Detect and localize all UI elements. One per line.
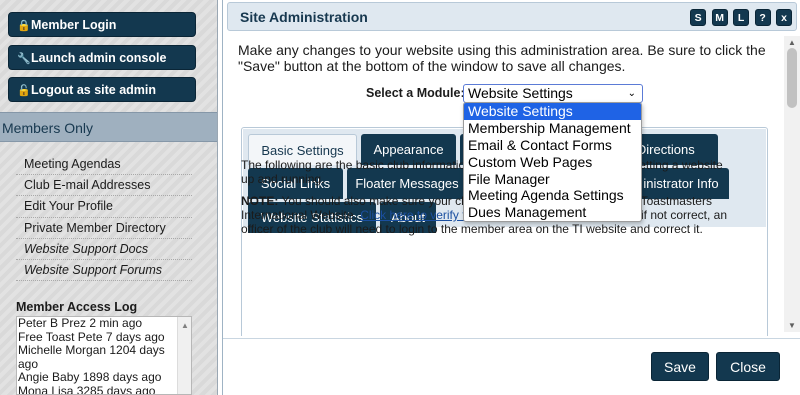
option-membership-management[interactable]: Membership Management: [464, 120, 641, 137]
logout-site-admin-label: Logout as site admin: [31, 83, 157, 97]
link-club-email-addresses[interactable]: Club E-mail Addresses: [16, 175, 192, 197]
module-dropdown-list: Website Settings Membership Management E…: [463, 102, 642, 222]
size-small-button[interactable]: S: [690, 9, 707, 26]
modal-title: Site Administration: [240, 9, 368, 25]
option-file-manager[interactable]: File Manager: [464, 171, 641, 188]
sidebar: 🔒Member Login 🔧Launch admin console 🔓Log…: [0, 0, 218, 395]
scroll-down-icon[interactable]: ▼: [788, 321, 796, 330]
close-icon[interactable]: x: [776, 9, 792, 26]
intro-text: Make any changes to your website using t…: [238, 42, 766, 74]
close-button[interactable]: Close: [716, 352, 780, 381]
launch-admin-console-label: Launch admin console: [31, 51, 167, 65]
link-website-support-docs[interactable]: Website Support Docs: [16, 239, 192, 260]
module-select[interactable]: Website Settings ⌄: [463, 84, 643, 103]
unlock-icon: 🔓: [17, 85, 31, 97]
member-login-button[interactable]: 🔒Member Login: [8, 12, 196, 37]
size-medium-button[interactable]: M: [711, 9, 728, 26]
access-log-scrollbar[interactable]: ▲: [177, 317, 191, 394]
scroll-up-icon[interactable]: ▲: [788, 38, 796, 47]
header-buttons: S M L ? x: [689, 8, 792, 26]
link-edit-your-profile[interactable]: Edit Your Profile: [16, 196, 192, 218]
save-button[interactable]: Save: [651, 352, 709, 381]
members-links-list: Meeting Agendas Club E-mail Addresses Ed…: [16, 154, 192, 282]
scroll-up-icon[interactable]: ▲: [181, 319, 189, 333]
access-log-entry: Mona Lisa 3285 days ago: [18, 383, 156, 395]
link-private-member-directory[interactable]: Private Member Directory: [16, 218, 192, 239]
logout-site-admin-button[interactable]: 🔓Logout as site admin: [8, 77, 196, 102]
members-only-heading: Members Only: [0, 112, 217, 142]
option-custom-web-pages[interactable]: Custom Web Pages: [464, 154, 641, 171]
help-button[interactable]: ?: [754, 9, 771, 26]
access-log-box[interactable]: Peter B Prez 2 min ago Free Toast Pete 7…: [16, 316, 192, 395]
modal-footer: Save Close: [223, 338, 800, 395]
option-meeting-agenda-settings[interactable]: Meeting Agenda Settings: [464, 187, 641, 204]
option-website-settings[interactable]: Website Settings: [464, 103, 641, 120]
link-website-support-forums[interactable]: Website Support Forums: [16, 260, 192, 282]
access-log-title: Member Access Log: [16, 300, 138, 314]
access-log-entry: Free Toast Pete 7 days ago: [18, 329, 165, 344]
module-select-label: Select a Module:: [366, 86, 465, 100]
access-log-entry: Michelle Morgan 1204 days ago: [18, 343, 165, 371]
link-meeting-agendas[interactable]: Meeting Agendas: [16, 154, 192, 176]
option-dues-management[interactable]: Dues Management: [464, 204, 641, 221]
member-login-label: Member Login: [31, 18, 117, 32]
wrench-icon: 🔧: [17, 53, 31, 65]
option-email-contact-forms[interactable]: Email & Contact Forms: [464, 137, 641, 154]
modal-header: Site Administration S M L ? x: [227, 2, 797, 31]
note-label: NOTE:: [241, 194, 279, 208]
access-log-entry: Angie Baby 1898 days ago: [18, 370, 162, 384]
module-select-value: Website Settings: [468, 85, 573, 101]
size-large-button[interactable]: L: [733, 9, 750, 26]
access-log-entry: Peter B Prez 2 min ago: [18, 316, 143, 330]
modal-scrollbar[interactable]: ▲ ▼: [784, 36, 800, 332]
launch-admin-console-button[interactable]: 🔧Launch admin console: [8, 45, 196, 70]
scroll-thumb[interactable]: [787, 48, 797, 108]
chevron-down-icon: ⌄: [627, 88, 636, 99]
lock-icon: 🔒: [17, 20, 31, 32]
